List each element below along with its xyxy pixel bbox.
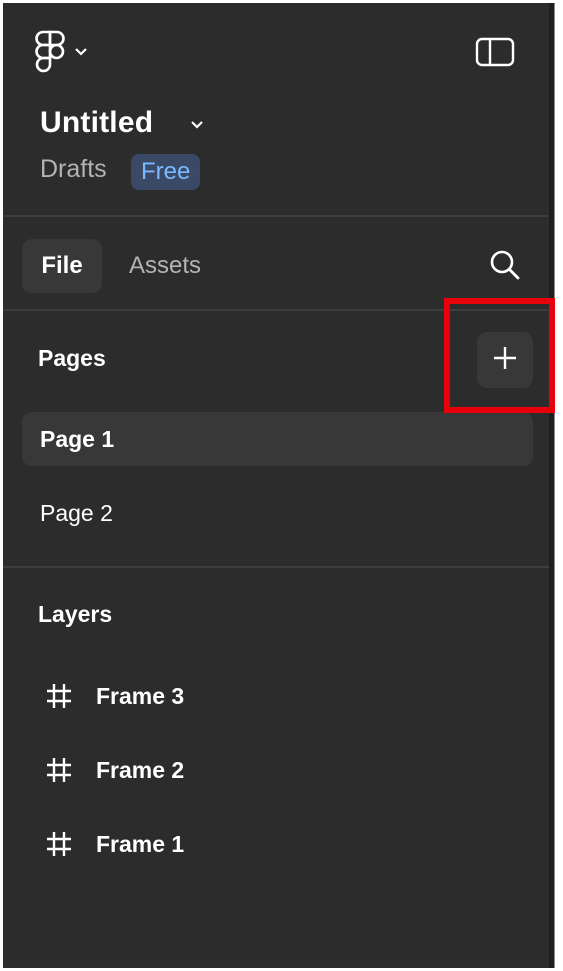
tab-assets[interactable]: Assets: [115, 239, 215, 293]
page-item-page-1[interactable]: Page 1: [22, 412, 533, 466]
layer-item-frame-1[interactable]: Frame 1: [22, 817, 533, 871]
layer-item-frame-3[interactable]: Frame 3: [22, 669, 533, 723]
sidebar-toggle-button[interactable]: [471, 35, 519, 73]
page-item-page-2[interactable]: Page 2: [22, 486, 533, 540]
frame-icon: [44, 829, 74, 859]
panel-border: [554, 3, 555, 968]
plus-icon: [492, 345, 518, 376]
pages-heading: Pages: [38, 345, 106, 371]
file-location[interactable]: Drafts: [40, 155, 107, 184]
layer-label: Frame 3: [96, 682, 185, 709]
search-button[interactable]: [483, 245, 527, 289]
frame-icon: [44, 681, 74, 711]
layer-label: Frame 2: [96, 756, 185, 783]
pages-divider: [3, 566, 549, 568]
figma-logo-icon: [35, 30, 65, 74]
layers-heading: Layers: [38, 601, 113, 627]
tabs-divider: [3, 309, 549, 311]
layer-item-frame-2[interactable]: Frame 2: [22, 743, 533, 797]
file-title[interactable]: Untitled: [40, 106, 153, 140]
main-menu-button[interactable]: [35, 28, 113, 76]
tab-file[interactable]: File: [22, 239, 102, 293]
frame-icon: [44, 755, 74, 785]
chevron-down-icon: [189, 118, 205, 136]
search-icon: [487, 247, 523, 288]
header-divider: [3, 215, 549, 217]
chevron-down-icon: [73, 46, 89, 58]
layer-label: Frame 1: [96, 830, 185, 857]
plan-badge: Free: [131, 154, 201, 190]
add-page-button[interactable]: [477, 332, 533, 388]
sidebar-toggle-icon: [475, 37, 515, 72]
title-menu-button[interactable]: [183, 113, 211, 141]
left-panel: Untitled Drafts Free File Assets Pages P…: [3, 3, 549, 968]
